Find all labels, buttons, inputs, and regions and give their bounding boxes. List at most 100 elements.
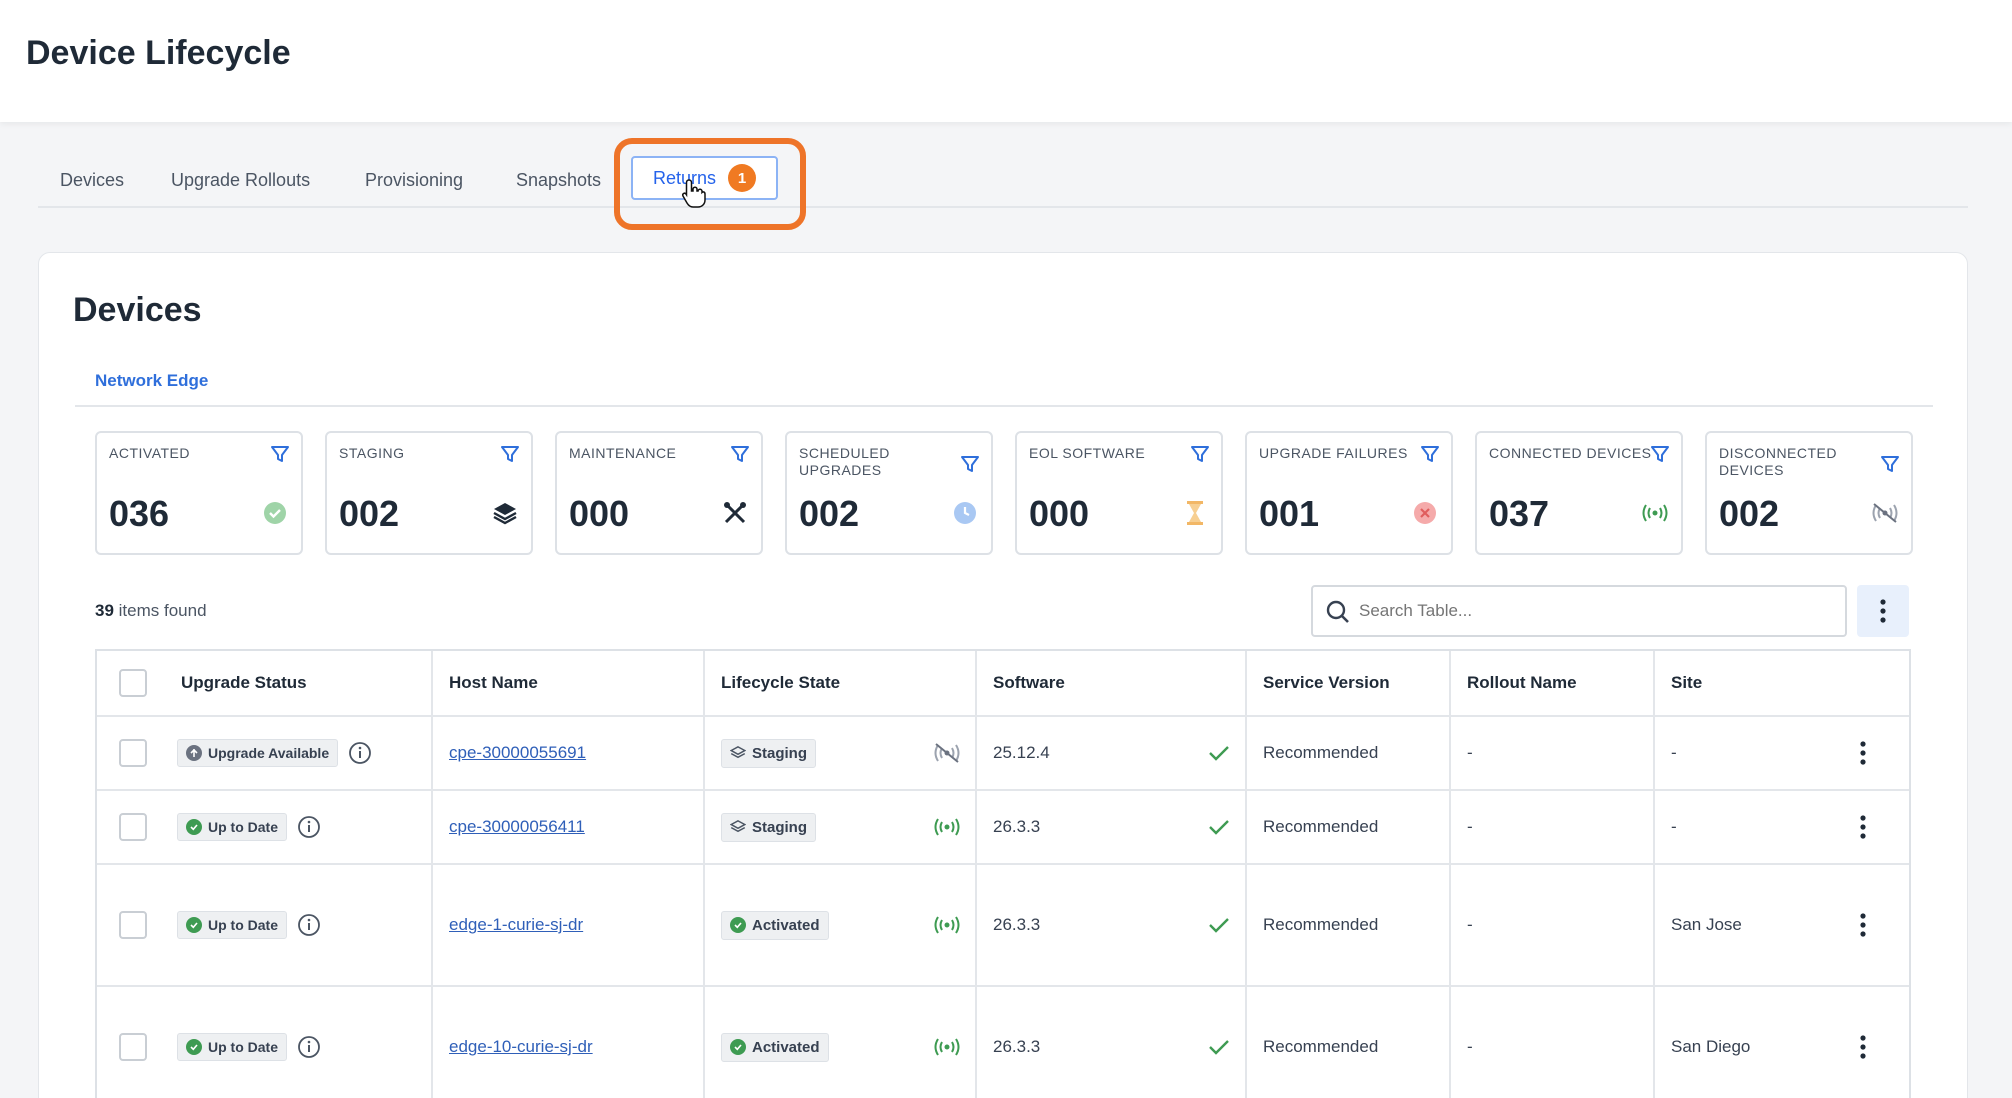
row-checkbox[interactable] xyxy=(119,1033,147,1061)
upgrade-status-cell: Up to Date xyxy=(97,865,433,985)
filter-icon[interactable] xyxy=(959,453,981,475)
service-version: Recommended xyxy=(1247,865,1451,985)
tab-provisioning[interactable]: Provisioning xyxy=(365,170,463,191)
lifecycle-state-label: Staging xyxy=(752,818,807,836)
column-header[interactable]: Host Name xyxy=(433,651,705,715)
tab-upgrade-rollouts[interactable]: Upgrade Rollouts xyxy=(171,170,310,191)
filter-icon[interactable] xyxy=(729,443,751,465)
site-name: - xyxy=(1671,743,1677,762)
filter-icon[interactable] xyxy=(269,443,291,465)
filter-icon[interactable] xyxy=(1419,443,1441,465)
signal-icon xyxy=(934,818,960,836)
software-version: 25.12.4 xyxy=(993,743,1050,762)
column-header[interactable]: Rollout Name xyxy=(1451,651,1655,715)
row-checkbox[interactable] xyxy=(119,739,147,767)
card-label: ACTIVATED xyxy=(109,445,190,461)
card-upgrade-failures[interactable]: UPGRADE FAILURES 001 xyxy=(1245,431,1453,555)
devices-panel: Devices Network Edge ACTIVATED 036 STAGI… xyxy=(38,252,1968,1098)
host-name-link[interactable]: edge-10-curie-sj-dr xyxy=(449,1037,593,1057)
search-input[interactable] xyxy=(1359,593,1829,629)
card-value: 037 xyxy=(1489,493,1550,534)
software-cell: 26.3.3 xyxy=(977,791,1247,863)
filter-icon[interactable] xyxy=(499,443,521,465)
search-box[interactable] xyxy=(1311,585,1847,637)
card-value: 002 xyxy=(339,493,400,534)
lifecycle-state-label: Activated xyxy=(752,916,820,934)
signal-icon xyxy=(934,1038,960,1056)
row-checkbox[interactable] xyxy=(119,813,147,841)
host-name-cell: edge-10-curie-sj-dr xyxy=(433,987,705,1098)
lifecycle-state-label: Staging xyxy=(752,744,807,762)
signal-icon xyxy=(1641,499,1669,527)
host-name-link[interactable]: edge-1-curie-sj-dr xyxy=(449,915,583,935)
row-actions-icon[interactable] xyxy=(1859,912,1867,938)
service-version: Recommended xyxy=(1247,791,1451,863)
card-label: STAGING xyxy=(339,445,405,461)
upgrade-status-cell: Up to Date xyxy=(97,791,433,863)
filter-icon[interactable] xyxy=(1189,443,1211,465)
card-activated[interactable]: ACTIVATED 036 xyxy=(95,431,303,555)
hand-cursor-icon xyxy=(682,179,706,208)
card-eol-software[interactable]: EOL SOFTWARE 000 xyxy=(1015,431,1223,555)
host-name-link[interactable]: cpe-30000056411 xyxy=(449,817,585,837)
host-name-cell: edge-1-curie-sj-dr xyxy=(433,865,705,985)
upgrade-status-cell: Up to Date xyxy=(97,987,433,1098)
card-scheduled-upgrades[interactable]: SCHEDULED UPGRADES 002 xyxy=(785,431,993,555)
tab-devices[interactable]: Devices xyxy=(60,170,124,191)
card-maintenance[interactable]: MAINTENANCE 000 xyxy=(555,431,763,555)
table-row[interactable]: Up to Date edge-1-curie-sj-dr Activated … xyxy=(97,865,1909,987)
host-name-link[interactable]: cpe-30000055691 xyxy=(449,743,586,763)
info-icon[interactable] xyxy=(348,741,372,765)
header-cell-status: Upgrade Status xyxy=(97,651,433,715)
software-cell: 26.3.3 xyxy=(977,987,1247,1098)
rollout-name: - xyxy=(1451,987,1655,1098)
lifecycle-state-cell: Staging xyxy=(705,791,977,863)
card-staging[interactable]: STAGING 002 xyxy=(325,431,533,555)
card-disconnected-devices[interactable]: DISCONNECTED DEVICES 002 xyxy=(1705,431,1913,555)
check-icon xyxy=(1209,820,1229,835)
lifecycle-state-chip: Activated xyxy=(721,1032,829,1062)
info-icon[interactable] xyxy=(297,913,321,937)
upgrade-status-label: Up to Date xyxy=(208,819,278,835)
row-checkbox[interactable] xyxy=(119,911,147,939)
upgrade-status-chip: Up to Date xyxy=(177,813,287,841)
upgrade-status-chip: Upgrade Available xyxy=(177,739,339,767)
info-icon[interactable] xyxy=(297,815,321,839)
card-label: MAINTENANCE xyxy=(569,445,677,461)
table-row[interactable]: Up to Date edge-10-curie-sj-dr Activated… xyxy=(97,987,1909,1098)
tab-snapshots[interactable]: Snapshots xyxy=(516,170,601,191)
column-header[interactable]: Service Version xyxy=(1247,651,1451,715)
row-actions-icon[interactable] xyxy=(1859,740,1867,766)
site-name: San Diego xyxy=(1671,1037,1751,1056)
layers-icon xyxy=(730,820,746,833)
column-header[interactable]: Lifecycle State xyxy=(705,651,977,715)
site-name: - xyxy=(1671,817,1677,836)
lifecycle-state-chip: Staging xyxy=(721,738,816,768)
check-circle-icon xyxy=(186,819,202,835)
table-row[interactable]: Upgrade Available cpe-30000055691 Stagin… xyxy=(97,717,1909,791)
signal-off-icon xyxy=(1871,499,1899,527)
tools-icon xyxy=(721,499,749,527)
info-icon[interactable] xyxy=(297,1035,321,1059)
select-all-checkbox[interactable] xyxy=(119,669,147,697)
table-options-button[interactable] xyxy=(1857,585,1909,637)
card-value: 036 xyxy=(109,493,170,534)
tab-bar: Devices Upgrade Rollouts Provisioning Sn… xyxy=(38,150,1968,208)
table-header-row: Upgrade Status Host Name Lifecycle State… xyxy=(97,651,1909,717)
column-header[interactable]: Site xyxy=(1655,651,1909,715)
error-circle-icon xyxy=(1411,499,1439,527)
host-name-cell: cpe-30000055691 xyxy=(433,717,705,789)
filter-icon[interactable] xyxy=(1879,453,1901,475)
table-row[interactable]: Up to Date cpe-30000056411 Staging 26.3.… xyxy=(97,791,1909,865)
filter-icon[interactable] xyxy=(1649,443,1671,465)
subtab-network-edge[interactable]: Network Edge xyxy=(95,371,208,391)
site-cell: San Diego xyxy=(1655,987,1909,1098)
column-header[interactable]: Upgrade Status xyxy=(181,673,307,693)
row-actions-icon[interactable] xyxy=(1859,1034,1867,1060)
software-version: 26.3.3 xyxy=(993,915,1041,934)
hourglass-icon xyxy=(1181,499,1209,527)
column-header[interactable]: Software xyxy=(977,651,1247,715)
row-actions-icon[interactable] xyxy=(1859,814,1867,840)
card-connected-devices[interactable]: CONNECTED DEVICES 037 xyxy=(1475,431,1683,555)
layers-icon xyxy=(491,499,519,527)
